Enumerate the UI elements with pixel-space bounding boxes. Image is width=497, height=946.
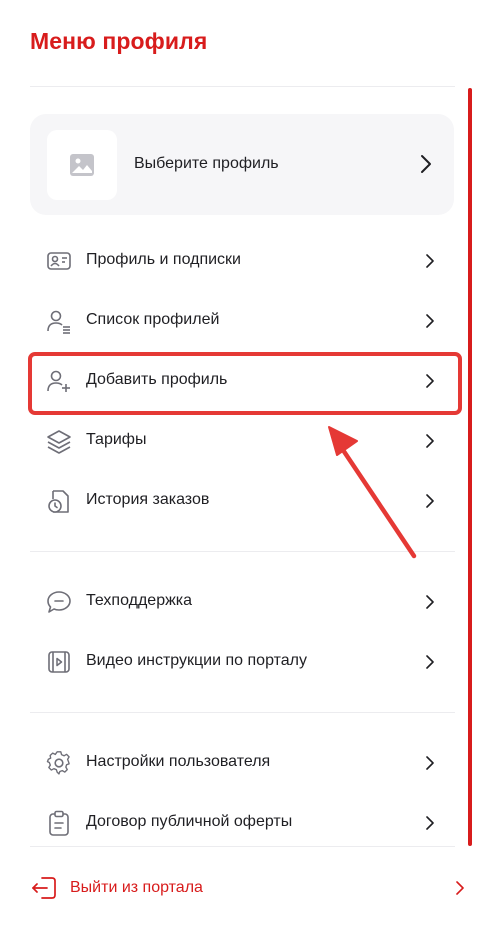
scrollbar[interactable] — [468, 88, 472, 846]
chevron-right-icon — [426, 595, 434, 609]
menu-item-label: Видео инструкции по порталу — [86, 652, 307, 669]
chevron-right-icon — [421, 155, 431, 173]
menu-item-label: Тарифы — [86, 431, 147, 448]
user-list-icon — [47, 310, 70, 334]
logout-label: Выйти из портала — [70, 879, 203, 896]
menu-item-tariffs[interactable]: Тарифы — [30, 415, 448, 467]
chevron-right-icon — [426, 816, 434, 830]
menu-item-label: Техподдержка — [86, 592, 193, 609]
divider — [30, 551, 455, 552]
divider — [30, 846, 455, 847]
menu-item-label: Профиль и подписки — [86, 251, 241, 268]
logout-icon — [32, 877, 56, 899]
menu-item-label: Договор публичной оферты — [86, 813, 293, 830]
support-chat-icon — [47, 591, 71, 613]
chevron-right-icon — [426, 494, 434, 508]
video-instructions-icon — [48, 651, 70, 673]
menu-item-label: История заказов — [86, 491, 210, 508]
chevron-right-icon — [426, 254, 434, 268]
chevron-right-icon — [426, 756, 434, 770]
profile-selector[interactable]: Выберите профиль — [30, 114, 454, 215]
chevron-right-icon — [426, 655, 434, 669]
menu-item-label: Настройки пользователя — [86, 753, 271, 770]
menu-item-public-offer[interactable]: Договор публичной оферты — [30, 797, 448, 849]
image-placeholder-icon — [70, 154, 94, 176]
gear-icon — [46, 751, 70, 775]
menu-item-label: Список профилей — [86, 311, 220, 328]
order-history-icon — [48, 490, 69, 513]
profile-selector-label: Выберите профиль — [134, 155, 279, 172]
divider — [30, 712, 455, 713]
menu-item-user-settings[interactable]: Настройки пользователя — [30, 737, 448, 789]
profile-card-icon — [47, 252, 71, 270]
layers-icon — [47, 430, 71, 454]
page-title: Меню профиля — [30, 28, 208, 54]
highlight-annotation-box — [28, 352, 462, 415]
menu-item-video-instructions[interactable]: Видео инструкции по порталу — [30, 636, 448, 688]
menu-item-support[interactable]: Техподдержка — [30, 576, 448, 628]
profile-thumbnail — [47, 130, 117, 200]
chevron-right-icon — [456, 881, 464, 895]
chevron-right-icon — [426, 434, 434, 448]
menu-item-order-history[interactable]: История заказов — [30, 475, 448, 527]
logout-button[interactable]: Выйти из портала — [30, 866, 470, 910]
divider — [30, 86, 455, 87]
chevron-right-icon — [426, 314, 434, 328]
clipboard-icon — [49, 810, 69, 836]
menu-item-profile-subscriptions[interactable]: Профиль и подписки — [30, 235, 448, 287]
menu-item-profile-list[interactable]: Список профилей — [30, 295, 448, 347]
